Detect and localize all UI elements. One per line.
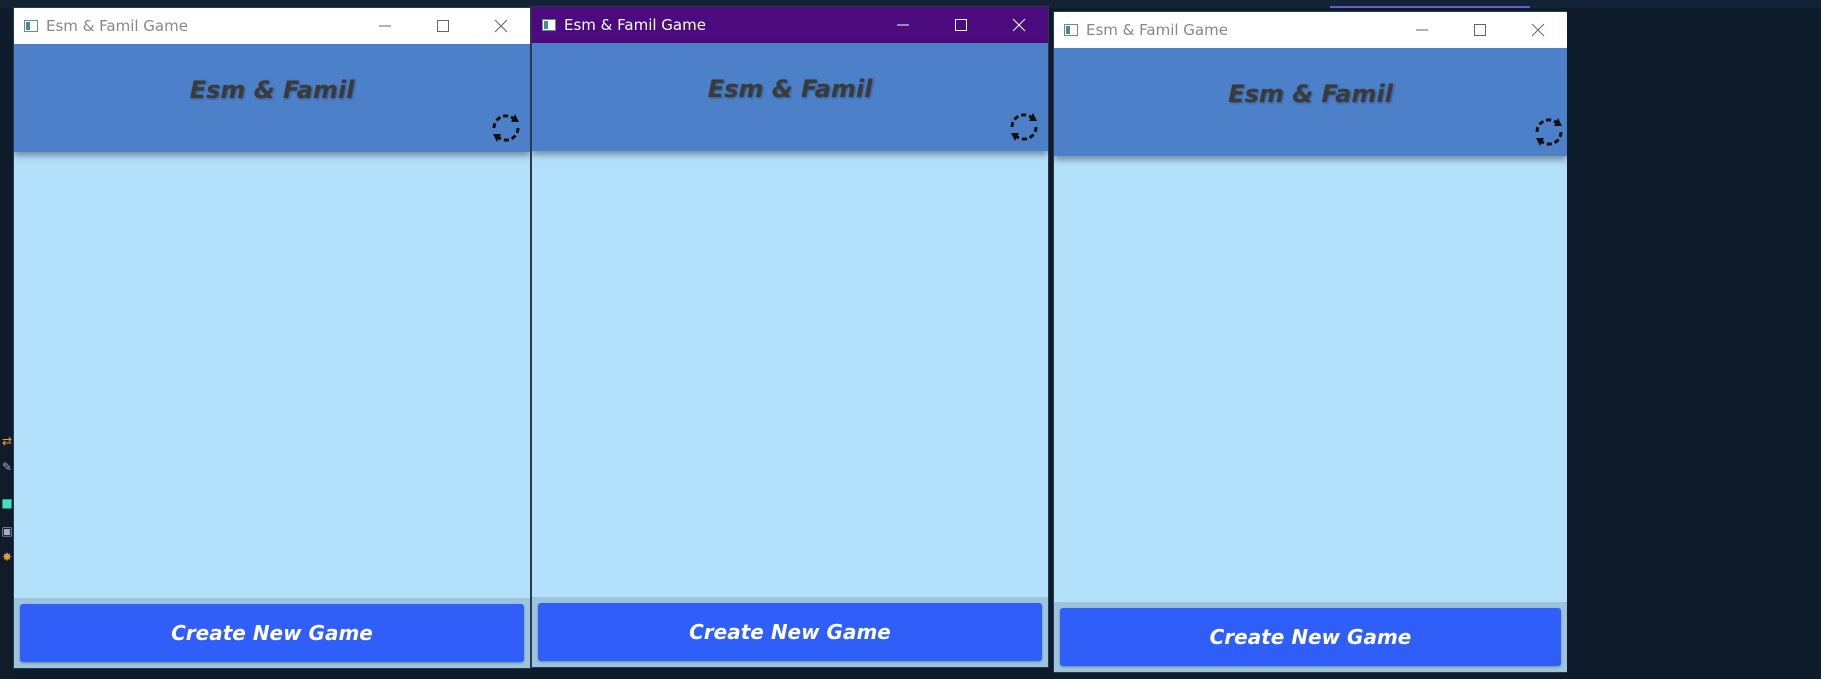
minimize-icon	[1416, 29, 1428, 31]
minimize-icon	[897, 24, 909, 26]
maximize-icon	[955, 19, 967, 31]
app-header: Esm & Famil	[1054, 48, 1567, 156]
minimize-icon	[379, 25, 391, 27]
app-window-icon	[1064, 24, 1078, 36]
footer-bar: Create New Game	[14, 598, 530, 668]
window-title: Esm & Famil Game	[564, 16, 706, 34]
minimize-button[interactable]	[874, 7, 932, 43]
window-title: Esm & Famil Game	[46, 17, 188, 35]
camera-icon: ▣	[1, 524, 13, 538]
close-button[interactable]	[472, 8, 530, 44]
app-window-icon	[24, 20, 38, 32]
app-header-title: Esm & Famil	[189, 76, 355, 104]
close-icon	[1012, 18, 1026, 32]
maximize-icon	[437, 20, 449, 32]
maximize-button[interactable]	[932, 7, 990, 43]
window-title: Esm & Famil Game	[1086, 21, 1228, 39]
app-header: Esm & Famil	[14, 44, 530, 152]
footer-bar: Create New Game	[1054, 602, 1567, 672]
app-header-title: Esm & Famil	[707, 75, 873, 103]
app-window-2: Esm & Famil Game Esm & Famil Create New …	[532, 7, 1048, 667]
maximize-icon	[1474, 24, 1486, 36]
background-desktop-right	[1567, 8, 1821, 679]
close-button[interactable]	[1509, 12, 1567, 48]
branch-icon: ⇄	[1, 434, 13, 448]
app-header-title: Esm & Famil	[1228, 80, 1393, 108]
app-window-icon	[542, 19, 556, 31]
wrench-icon: ✎	[1, 460, 13, 474]
app-window-1: Esm & Famil Game Esm & Famil Create New …	[14, 8, 530, 668]
refresh-icon[interactable]	[1006, 109, 1042, 145]
square-icon: ■	[1, 496, 13, 510]
minimize-button[interactable]	[1393, 12, 1451, 48]
window-titlebar[interactable]: Esm & Famil Game	[14, 8, 530, 44]
footer-bar: Create New Game	[532, 597, 1048, 667]
close-icon	[494, 19, 508, 33]
create-new-game-button[interactable]: Create New Game	[538, 603, 1042, 661]
maximize-button[interactable]	[1451, 12, 1509, 48]
refresh-icon[interactable]	[1531, 114, 1567, 150]
star-icon: ✸	[1, 550, 13, 564]
background-active-tab-indicator	[1330, 6, 1530, 8]
window-titlebar[interactable]: Esm & Famil Game	[1054, 12, 1567, 48]
refresh-icon[interactable]	[488, 110, 524, 146]
close-icon	[1531, 23, 1545, 37]
app-header: Esm & Famil	[532, 43, 1048, 151]
minimize-button[interactable]	[356, 8, 414, 44]
maximize-button[interactable]	[414, 8, 472, 44]
close-button[interactable]	[990, 7, 1048, 43]
window-titlebar[interactable]: Esm & Famil Game	[532, 7, 1048, 43]
create-new-game-button[interactable]: Create New Game	[20, 604, 524, 662]
create-new-game-button[interactable]: Create New Game	[1060, 608, 1561, 666]
